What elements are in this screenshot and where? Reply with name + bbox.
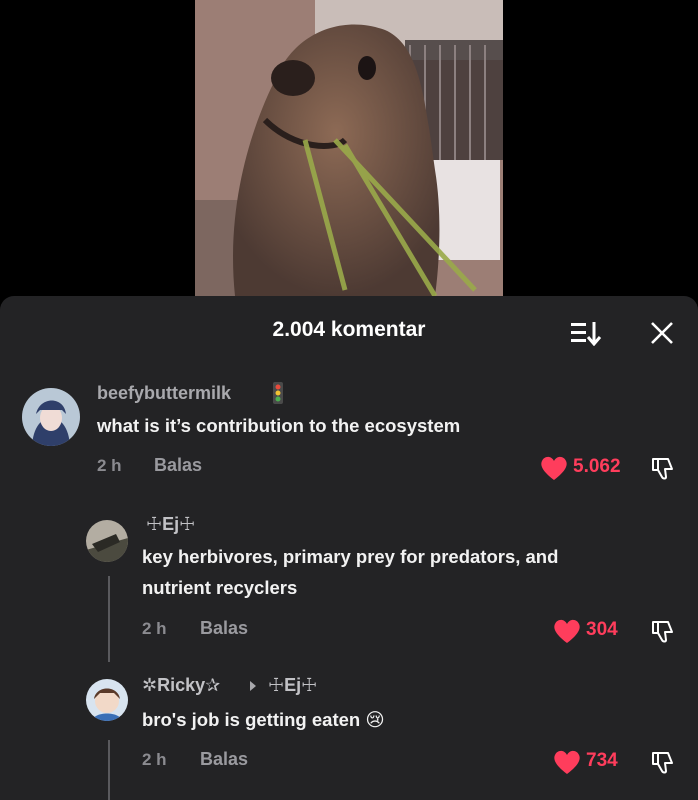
like-button[interactable]: 304 [553,618,633,644]
like-count: 734 [586,750,618,771]
comment-text: what is it’s contribution to the ecosyst… [97,415,461,436]
close-icon [651,322,673,344]
reply-to-username[interactable]: ☩Ej☩ [268,675,317,696]
heart-icon [554,619,580,643]
traffic-light-icon [273,382,283,404]
reply-button[interactable]: Balas [200,618,248,639]
sort-button[interactable] [570,320,602,347]
reply-time: 2 h [142,750,167,769]
crying-emoji: 😢 [365,710,385,731]
like-button[interactable]: 5.062 [540,455,630,481]
heart-icon [541,456,567,480]
heart-icon [554,750,580,774]
reply-text: bro's job is getting eaten 😢 [142,704,385,736]
animal-photo [195,0,503,296]
reply-button[interactable]: Balas [200,749,248,770]
thumbs-down-icon [652,752,673,774]
avatar[interactable] [86,520,128,562]
comment-time: 2 h [97,456,122,475]
like-button[interactable]: 734 [553,749,633,775]
reply-text-line2: nutrient recyclers [142,577,298,598]
thread-line [108,576,110,662]
reply-button[interactable]: Balas [154,455,202,476]
thread-line [108,740,110,800]
dislike-button[interactable] [650,618,676,644]
comments-sheet: 2.004 komentar beefybuttermilk what is i [0,296,698,800]
like-count: 304 [586,619,618,640]
sort-icon [571,322,602,347]
avatar[interactable] [86,679,128,721]
reply-arrow-icon [250,681,256,691]
video-frame[interactable] [195,0,503,296]
like-count: 5.062 [573,456,621,477]
close-button[interactable] [650,321,674,345]
dislike-button[interactable] [650,749,676,775]
reply-text-content: bro's job is getting eaten [142,709,361,730]
thumbs-down-icon [652,621,673,643]
dislike-button[interactable] [650,455,676,481]
reply-username[interactable]: ✲Ricky✰ [142,675,220,696]
reply-time: 2 h [142,619,167,638]
reply-text-line1: key herbivores, primary prey for predato… [142,546,559,567]
reply-username[interactable]: ☩Ej☩ [146,514,195,535]
thumbs-down-icon [652,458,673,480]
comment-username[interactable]: beefybuttermilk [97,383,231,404]
avatar[interactable] [22,388,80,446]
